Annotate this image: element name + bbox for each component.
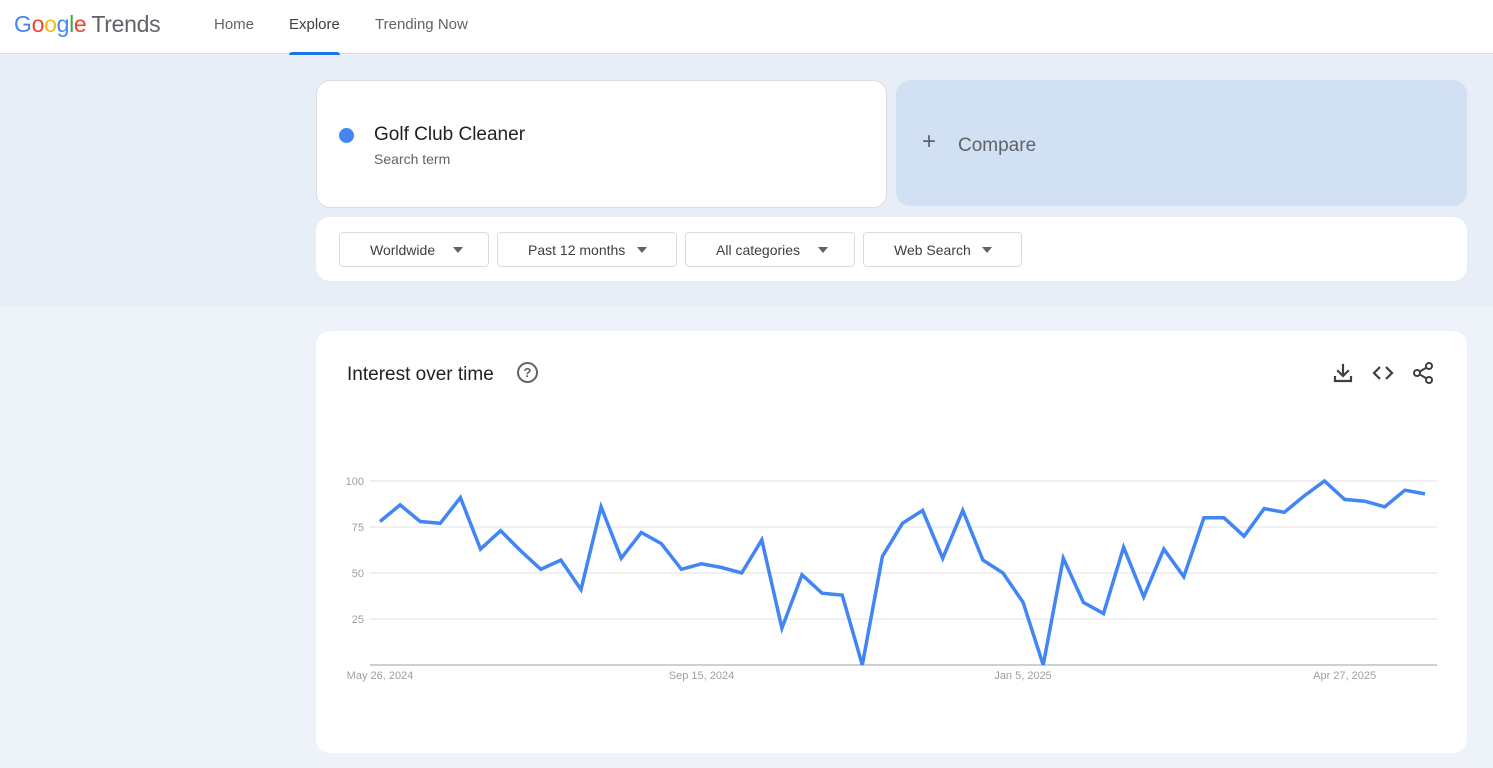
logo-product-name: Trends [91, 11, 161, 37]
y-tick-label: 100 [346, 476, 364, 488]
time-range-dropdown[interactable]: Past 12 months [497, 232, 677, 267]
google-trends-logo[interactable]: Google Trends [14, 11, 161, 38]
x-tick-label: May 26, 2024 [347, 670, 414, 682]
search-term-type: Search term [374, 151, 451, 167]
interest-over-time-card: Interest over time ? 25 50 75 100 May 26, 20… [316, 331, 1467, 753]
category-dropdown[interactable]: All categories [685, 232, 855, 267]
term-color-dot [339, 128, 354, 143]
x-tick-label: Sep 15, 2024 [669, 670, 734, 682]
y-tick-label: 75 [352, 522, 364, 534]
x-tick-label: Apr 27, 2025 [1313, 670, 1376, 682]
y-tick-label: 25 [352, 614, 364, 626]
search-term-card[interactable]: Golf Club Cleaner Search term [316, 80, 887, 208]
category-dropdown-label: All categories [716, 242, 801, 258]
x-tick-label: Jan 5, 2025 [994, 670, 1052, 682]
logo-letter: G [14, 11, 32, 37]
compare-button[interactable]: + Compare [896, 80, 1467, 206]
nav-tab-explore[interactable]: Explore [289, 0, 340, 55]
compare-label: Compare [958, 135, 1037, 156]
search-property-dropdown-label: Web Search [894, 242, 971, 258]
search-property-dropdown[interactable]: Web Search [863, 232, 1022, 267]
nav-tab-trending-now[interactable]: Trending Now [375, 0, 468, 54]
caret-down-icon [818, 247, 828, 253]
caret-down-icon [453, 247, 463, 253]
logo-letter: e [73, 11, 87, 37]
logo-letter: o [44, 11, 57, 37]
nav-tab-home[interactable]: Home [214, 0, 254, 54]
plus-icon: + [922, 128, 937, 155]
region-dropdown[interactable]: Worldwide [339, 232, 489, 267]
interest-line-chart: 25 50 75 100 May 26, 2024 Sep 15, 2024 Jan 5, … [346, 476, 1437, 682]
region-dropdown-label: Worldwide [370, 242, 436, 258]
filter-bar: Worldwide Past 12 months All categories … [316, 217, 1467, 281]
y-tick-label: 50 [352, 568, 364, 580]
caret-down-icon [982, 247, 992, 253]
logo-letter: g [56, 11, 70, 37]
caret-down-icon [637, 247, 647, 253]
time-range-dropdown-label: Past 12 months [528, 242, 626, 258]
search-term-name[interactable]: Golf Club Cleaner [374, 124, 525, 146]
top-bar: Google Trends Home Explore Trending Now [0, 0, 1493, 55]
logo-letter: o [31, 11, 45, 37]
